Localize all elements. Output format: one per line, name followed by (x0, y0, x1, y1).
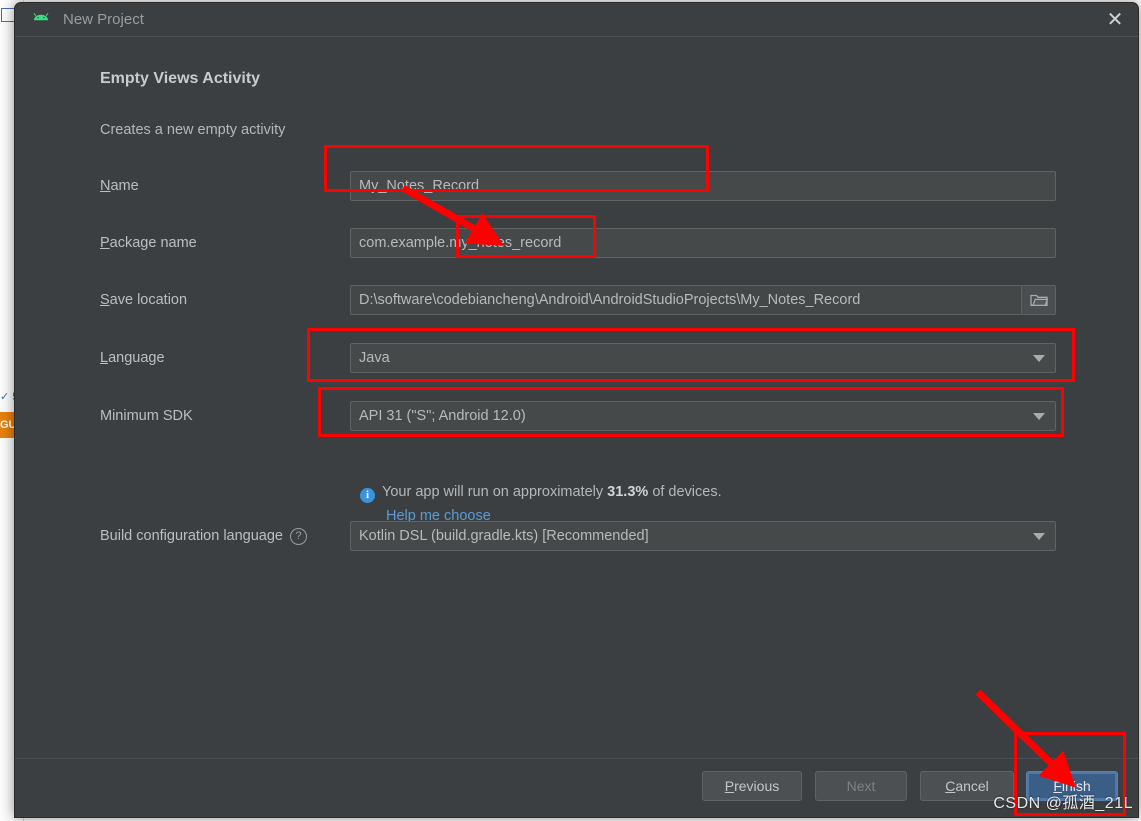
question-mark-icon[interactable]: ? (290, 527, 307, 545)
package-name-value: com.example.my_notes_record (359, 235, 562, 251)
label-package-name: Package name (100, 235, 350, 251)
label-package-mnemonic: P (100, 235, 110, 251)
next-button-label: Next (846, 778, 876, 794)
cancel-button-mnemonic: C (945, 778, 956, 794)
label-name-mnemonic: N (100, 178, 111, 194)
build-config-language-value: Kotlin DSL (build.gradle.kts) [Recommend… (359, 528, 649, 544)
sdk-coverage-info: i Your app will run on approximately 31.3… (360, 484, 722, 503)
previous-button[interactable]: Previous (702, 771, 802, 801)
label-language-rest: anguage (108, 350, 165, 366)
sdk-info-text-after: of devices. (652, 484, 722, 500)
chevron-down-icon[interactable] (1023, 344, 1055, 372)
backdrop-left-icon (1, 8, 15, 22)
label-name: Name (100, 178, 350, 194)
row-name: Name My_Notes_Record (100, 171, 1056, 201)
name-input[interactable]: My_Notes_Record (350, 171, 1056, 201)
watermark: CSDN @孤酒_21L (993, 795, 1133, 812)
cancel-button-label: ancel (955, 778, 989, 794)
label-language-mnemonic: L (100, 350, 109, 366)
save-location-input[interactable]: D:\software\codebiancheng\Android\Androi… (350, 285, 1056, 315)
label-minimum-sdk: Minimum SDK (100, 408, 193, 424)
row-build-config-language: Build configuration language ? Kotlin DS… (100, 521, 1056, 551)
android-robot-icon (31, 10, 51, 30)
previous-button-mnemonic: P (724, 778, 735, 794)
minimum-sdk-dropdown[interactable]: API 31 ("S"; Android 12.0) (350, 401, 1056, 431)
sdk-info-percent: 31.3% (607, 484, 649, 500)
language-dropdown[interactable]: Java (350, 343, 1056, 373)
save-location-value: D:\software\codebiancheng\Android\Androi… (359, 292, 861, 308)
info-icon: i (360, 487, 375, 503)
build-config-language-dropdown[interactable]: Kotlin DSL (build.gradle.kts) [Recommend… (350, 521, 1056, 551)
sdk-info-text-before: Your app will run on approximately (382, 484, 604, 500)
label-save-location: Save location (100, 292, 350, 308)
new-project-dialog: New Project ✕ Empty Views Activity Creat… (14, 2, 1139, 818)
page-subtitle: Creates a new empty activity (100, 122, 286, 138)
label-package-rest: ackage name (109, 235, 197, 251)
dialog-titlebar: New Project ✕ (15, 3, 1138, 37)
chevron-down-icon[interactable] (1023, 402, 1055, 430)
folder-icon[interactable] (1021, 286, 1055, 314)
name-input-value: My_Notes_Record (359, 178, 480, 194)
close-icon[interactable]: ✕ (1092, 3, 1138, 36)
label-build-config-text: Build configuration language (100, 528, 283, 544)
page-title: Empty Views Activity (100, 70, 261, 87)
row-save-location: Save location D:\software\codebiancheng\… (100, 285, 1056, 315)
row-language: Language Java (100, 343, 1056, 373)
chevron-down-icon[interactable] (1023, 522, 1055, 550)
package-name-input[interactable]: com.example.my_notes_record (350, 228, 1056, 258)
label-save-location-mnemonic: S (100, 292, 110, 308)
label-build-config-language: Build configuration language ? (100, 527, 350, 545)
dialog-title: New Project (63, 11, 144, 28)
previous-button-label: revious (734, 778, 780, 794)
minimum-sdk-value: API 31 ("S"; Android 12.0) (359, 408, 526, 424)
language-value: Java (359, 350, 390, 366)
label-language: Language (100, 350, 350, 366)
row-package-name: Package name com.example.my_notes_record (100, 228, 1056, 258)
next-button: Next (815, 771, 907, 801)
label-save-location-rest: ave location (109, 292, 188, 308)
label-name-rest: ame (110, 178, 139, 194)
dialog-footer: Previous Next Cancel Finish (15, 758, 1138, 817)
row-minimum-sdk: Minimum SDK API 31 ("S"; Android 12.0) (100, 401, 1056, 431)
dialog-body: Empty Views Activity Creates a new empty… (15, 37, 1138, 758)
